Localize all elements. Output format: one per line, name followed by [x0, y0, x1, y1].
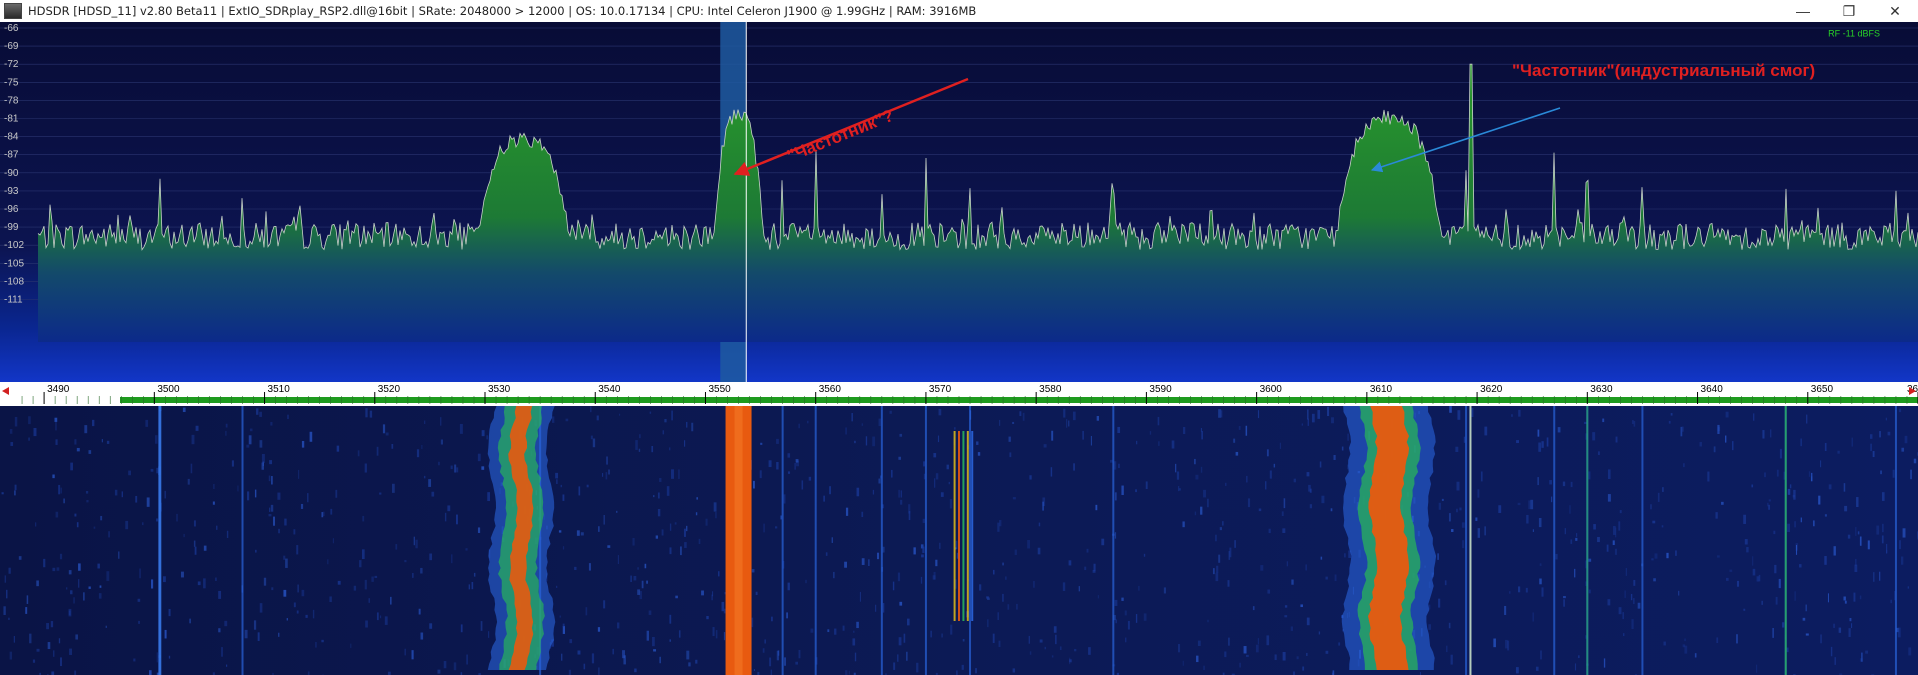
db-label: -87 [4, 150, 19, 161]
frequency-label: 3570 [929, 384, 952, 395]
waterfall-trace [880, 406, 883, 675]
waterfall-trace [971, 431, 974, 621]
waterfall-trace [1784, 406, 1787, 675]
waterfall-trace [241, 406, 244, 675]
frequency-label: 3590 [1149, 384, 1172, 395]
frequency-label: 3500 [157, 384, 180, 395]
db-label: -99 [4, 222, 19, 233]
frequency-label: 3650 [1811, 384, 1834, 395]
frequency-label: 3580 [1039, 384, 1062, 395]
frequency-label: 3540 [598, 384, 621, 395]
frequency-label: 3640 [1701, 384, 1724, 395]
hdsdr-app-icon [4, 3, 22, 19]
db-label: -72 [4, 59, 19, 70]
hdsdr-window: HDSDR [HDSD_11] v2.80 Beta11 | ExtIO_SDR… [0, 0, 1918, 675]
db-label: -66 [4, 23, 19, 34]
minimize-button[interactable]: — [1780, 0, 1826, 22]
db-label: -78 [4, 95, 19, 106]
waterfall-tuned-core [734, 406, 743, 675]
window-title: HDSDR [HDSD_11] v2.80 Beta11 | ExtIO_SDR… [28, 4, 977, 18]
waterfall-trace [1112, 406, 1115, 675]
db-label: -75 [4, 77, 19, 88]
frequency-label: 3530 [488, 384, 511, 395]
waterfall-trace [924, 406, 927, 675]
db-label: -93 [4, 186, 19, 197]
waterfall-trace [1586, 406, 1589, 675]
frequency-label: 3490 [47, 384, 70, 395]
db-label: -111 [4, 295, 23, 306]
frequency-label: 3550 [708, 384, 731, 395]
frequency-label: 3630 [1590, 384, 1613, 395]
waterfall-trace [966, 431, 969, 621]
waterfall-trace [1553, 406, 1556, 675]
waterfall-trace [814, 406, 817, 675]
spectrum-display[interactable]: -66 -69 -72 -75 -78 -81 -84 -87 -90 -93 -96 -99 -102… [0, 22, 1918, 382]
waterfall-trace [158, 406, 162, 675]
title-bar[interactable]: HDSDR [HDSD_11] v2.80 Beta11 | ExtIO_SDR… [0, 0, 1918, 22]
waterfall-trace [1641, 406, 1644, 675]
frequency-label: 3510 [268, 384, 291, 395]
frequency-label: 3560 [819, 384, 842, 395]
waterfall-trace [1469, 406, 1472, 675]
waterfall-display[interactable] [0, 406, 1918, 675]
frequency-label: 3620 [1480, 384, 1503, 395]
db-label: -96 [4, 204, 19, 215]
db-label: -69 [4, 41, 19, 52]
annotation-label-2: "Частотник"(индустриальный смог) [1512, 61, 1815, 80]
waterfall-trace [958, 431, 960, 621]
window-controls: — ❐ ✕ [1780, 0, 1918, 22]
close-button[interactable]: ✕ [1872, 0, 1918, 22]
db-label: -108 [4, 276, 24, 287]
waterfall-trace [969, 406, 972, 675]
waterfall-trace [953, 431, 956, 621]
waterfall-trace [1465, 406, 1468, 675]
db-label: -81 [4, 114, 19, 125]
db-label: -90 [4, 168, 19, 179]
frequency-label: 3520 [378, 384, 401, 395]
frequency-label: 3600 [1260, 384, 1283, 395]
frequency-ruler [120, 397, 1918, 403]
db-label: -105 [4, 258, 24, 269]
frequency-label: 3610 [1370, 384, 1393, 395]
frequency-axis[interactable]: 3490 3500 3510 3520 3530 3540 3550 3560 3570 3580… [0, 382, 1918, 406]
waterfall-trace [962, 431, 965, 621]
rf-level-readout: RF -11 dBFS [1828, 28, 1880, 38]
db-label: -84 [4, 132, 19, 143]
waterfall-trace [781, 406, 784, 675]
db-label: -102 [4, 240, 24, 251]
waterfall-trace [1894, 406, 1897, 675]
restore-button[interactable]: ❐ [1826, 0, 1872, 22]
